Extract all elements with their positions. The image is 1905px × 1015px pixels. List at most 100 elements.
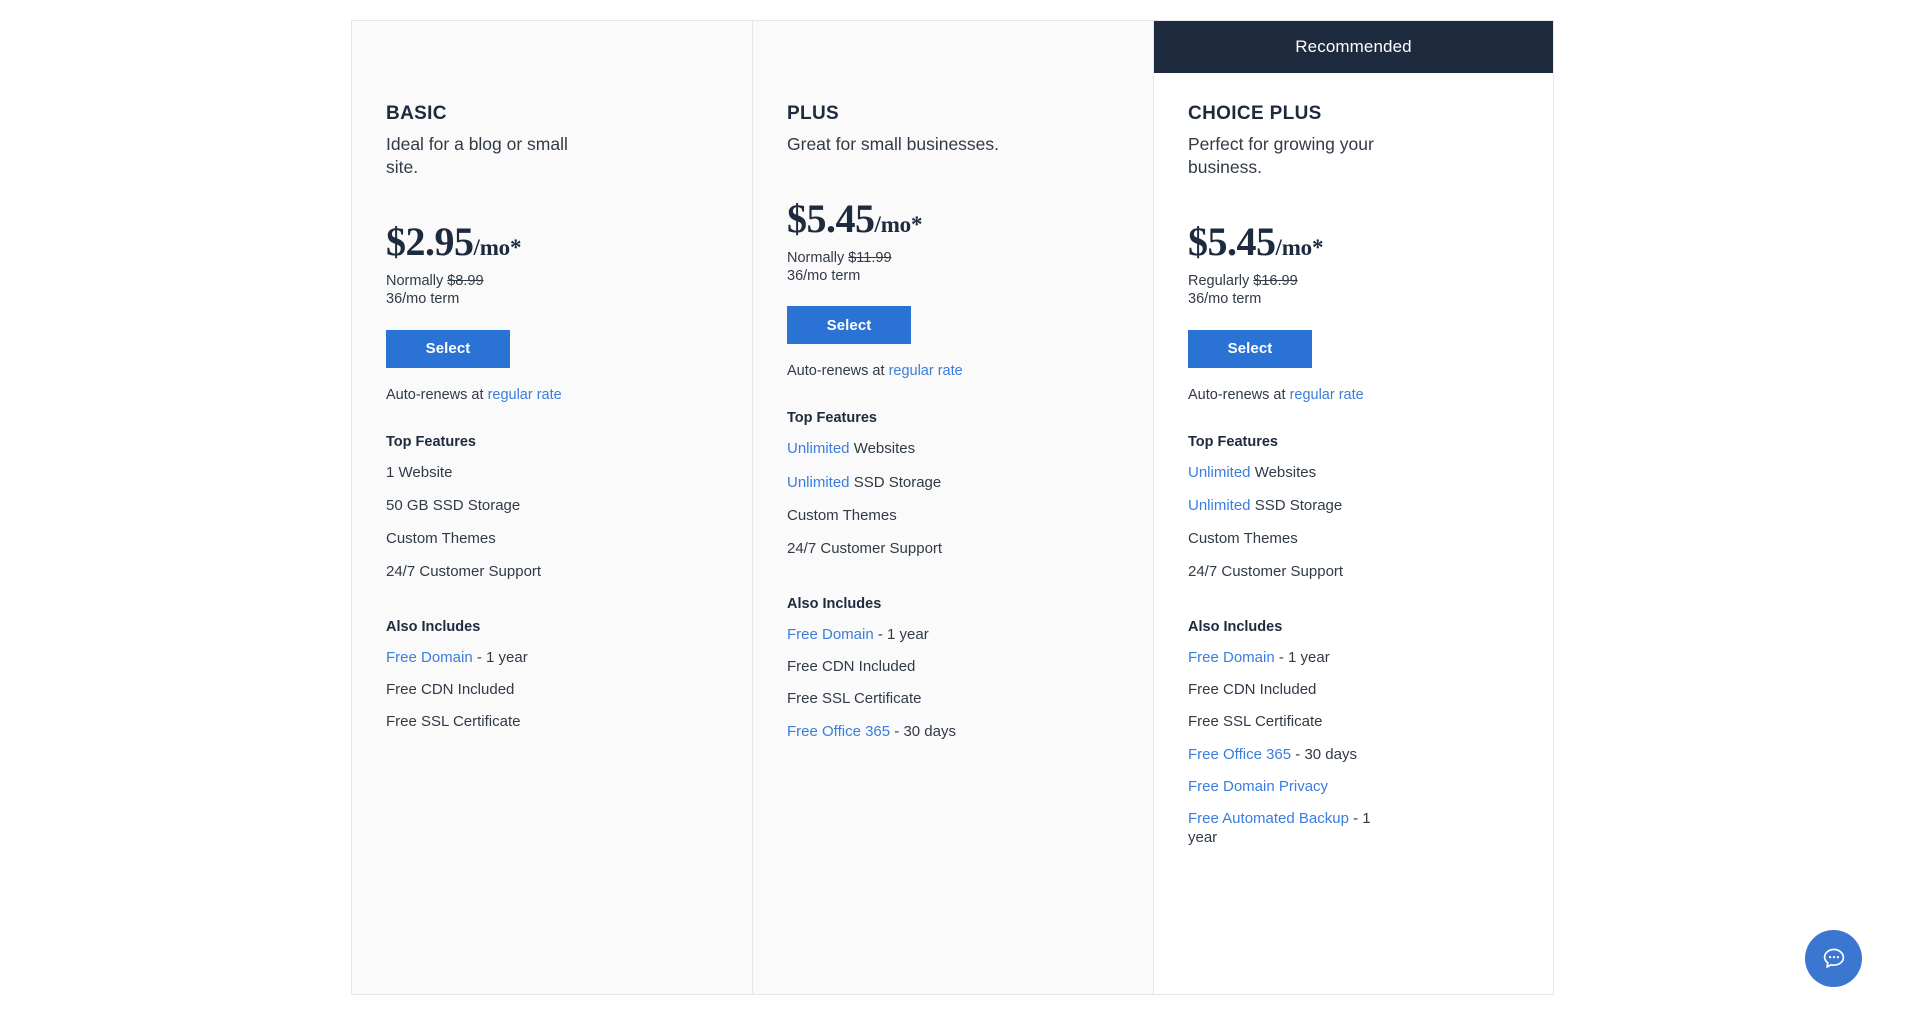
feature-link[interactable]: Free Automated Backup	[1188, 810, 1349, 827]
feature-link[interactable]: Free Domain	[787, 626, 874, 643]
feature-item: Free SSL Certificate	[1188, 713, 1378, 731]
select-button[interactable]: Select	[386, 329, 510, 368]
feature-text: Websites	[849, 440, 916, 458]
plan-tagline: Ideal for a blog or small site.	[386, 134, 568, 178]
feature-text: 24/7 Customer Support	[386, 563, 542, 581]
term-length: 36/mo term	[787, 267, 861, 284]
feature-item: Free CDN Included	[1188, 681, 1378, 699]
price-period: /mo*	[1275, 235, 1324, 261]
feature-text: - 1 year	[873, 625, 929, 643]
price-note: Regularly $16.99 36/mo term	[1188, 273, 1519, 308]
feature-item: Free Domain - 1 year	[386, 649, 576, 667]
also-includes-title: Also Includes	[787, 595, 882, 612]
feature-link[interactable]: Unlimited	[787, 474, 850, 491]
feature-item: 24/7 Customer Support	[1188, 563, 1378, 581]
feature-text: - 1 year	[1274, 648, 1330, 666]
price-period: /mo*	[473, 235, 522, 261]
feature-item: Free SSL Certificate	[386, 713, 576, 731]
feature-link[interactable]: Unlimited	[1188, 464, 1251, 481]
plan-body: BASIC Ideal for a blog or small site. $2.9…	[352, 21, 752, 732]
price-amount: $5.45	[1188, 219, 1276, 265]
plan-body: PLUS Great for small businesses. $5.45/mo*…	[753, 21, 1153, 741]
feature-item: 24/7 Customer Support	[386, 563, 576, 581]
plan-price: $2.95/mo*	[386, 222, 718, 262]
feature-item: 1 Website	[386, 464, 576, 482]
feature-link[interactable]: Free Domain Privacy	[1188, 778, 1328, 795]
feature-text: 50 GB SSD Storage	[386, 496, 521, 514]
feature-text: Free CDN Included	[787, 657, 916, 675]
feature-item: Free CDN Included	[386, 681, 576, 699]
feature-text: 1 Website	[386, 463, 453, 481]
regular-rate-link[interactable]: regular rate	[1290, 387, 1364, 403]
also-includes-section: Also Includes Free Domain - 1 year Free CD…	[787, 596, 1119, 741]
top-features-section: Top Features Unlimited Websites Unlimited …	[787, 410, 1119, 558]
plan-price: $5.45/mo*	[787, 199, 1119, 239]
feature-item: Free Domain Privacy	[1188, 778, 1378, 796]
feature-item: Unlimited Websites	[787, 440, 977, 458]
feature-text: Custom Themes	[1188, 530, 1298, 548]
top-features-title: Top Features	[386, 433, 476, 450]
plan-name: CHOICE PLUS	[1188, 103, 1322, 124]
regular-rate-link[interactable]: regular rate	[889, 363, 963, 379]
feature-item: Custom Themes	[787, 507, 977, 525]
plan-tagline: Perfect for growing your business.	[1188, 134, 1374, 178]
feature-item: Free SSL Certificate	[787, 690, 977, 708]
normally-prefix: Regularly	[1188, 273, 1250, 290]
regular-rate-link[interactable]: regular rate	[488, 387, 562, 403]
feature-item: Free CDN Included	[787, 658, 977, 676]
feature-link[interactable]: Unlimited	[787, 440, 850, 457]
feature-link[interactable]: Free Domain	[1188, 649, 1275, 666]
also-includes-title: Also Includes	[1188, 618, 1283, 635]
feature-text: - 1 year	[472, 648, 528, 666]
feature-link[interactable]: Free Domain	[386, 649, 473, 666]
original-price: $11.99	[848, 250, 892, 267]
top-features-section: Top Features Unlimited Websites Unlimited …	[1188, 434, 1519, 582]
feature-text: Custom Themes	[787, 507, 897, 525]
recommended-banner: Recommended	[1154, 21, 1553, 73]
feature-item: Free Domain - 1 year	[1188, 649, 1378, 667]
plan-card-plus: PLUS Great for small businesses. $5.45/mo*…	[752, 20, 1153, 995]
plan-name: PLUS	[787, 103, 840, 124]
feature-text: - 30 days	[1291, 745, 1357, 763]
plan-tagline: Great for small businesses.	[787, 134, 1000, 154]
chat-widget-button[interactable]	[1805, 930, 1862, 987]
plan-card-choice-plus: Recommended CHOICE PLUS Perfect for growin…	[1153, 20, 1554, 995]
feature-item: Unlimited SSD Storage	[1188, 497, 1378, 515]
price-block: $5.45/mo* Normally $11.99 36/mo term	[787, 199, 1119, 285]
original-price: $16.99	[1253, 273, 1298, 290]
price-period: /mo*	[874, 212, 923, 238]
feature-text: Websites	[1250, 463, 1317, 481]
normally-prefix: Normally	[787, 250, 845, 267]
feature-text: Free SSL Certificate	[1188, 713, 1323, 731]
feature-link[interactable]: Free Office 365	[1188, 746, 1291, 763]
auto-renew-note: Auto-renews at regular rate	[787, 363, 1119, 379]
price-note: Normally $11.99 36/mo term	[787, 250, 1119, 285]
auto-renew-note: Auto-renews at regular rate	[1188, 387, 1519, 403]
pricing-plans-grid: BASIC Ideal for a blog or small site. $2.9…	[351, 20, 1556, 995]
feature-item: Free Automated Backup - 1 year	[1188, 810, 1378, 847]
feature-text: Free SSL Certificate	[787, 690, 922, 708]
auto-renew-prefix: Auto-renews at	[386, 386, 484, 403]
normally-prefix: Normally	[386, 273, 444, 290]
price-block: $5.45/mo* Regularly $16.99 36/mo term	[1188, 222, 1519, 308]
feature-item: Free Office 365 - 30 days	[787, 723, 977, 741]
feature-item: 24/7 Customer Support	[787, 540, 977, 558]
also-includes-section: Also Includes Free Domain - 1 year Free CD…	[1188, 619, 1519, 847]
feature-link[interactable]: Free Office 365	[787, 723, 890, 740]
plan-price: $5.45/mo*	[1188, 222, 1519, 262]
auto-renew-prefix: Auto-renews at	[1188, 386, 1286, 403]
price-note: Normally $8.99 36/mo term	[386, 273, 718, 308]
feature-text: 24/7 Customer Support	[787, 540, 943, 558]
auto-renew-prefix: Auto-renews at	[787, 363, 885, 380]
feature-link[interactable]: Unlimited	[1188, 497, 1251, 514]
feature-text: Free SSL Certificate	[386, 713, 521, 731]
auto-renew-note: Auto-renews at regular rate	[386, 387, 718, 403]
feature-item: Free Domain - 1 year	[787, 626, 977, 644]
plan-card-basic: BASIC Ideal for a blog or small site. $2.9…	[351, 20, 752, 995]
feature-text: 24/7 Customer Support	[1188, 563, 1344, 581]
feature-item: Custom Themes	[386, 530, 576, 548]
price-amount: $5.45	[787, 196, 875, 242]
select-button[interactable]: Select	[1188, 329, 1312, 368]
select-button[interactable]: Select	[787, 306, 911, 345]
also-includes-title: Also Includes	[386, 618, 481, 635]
